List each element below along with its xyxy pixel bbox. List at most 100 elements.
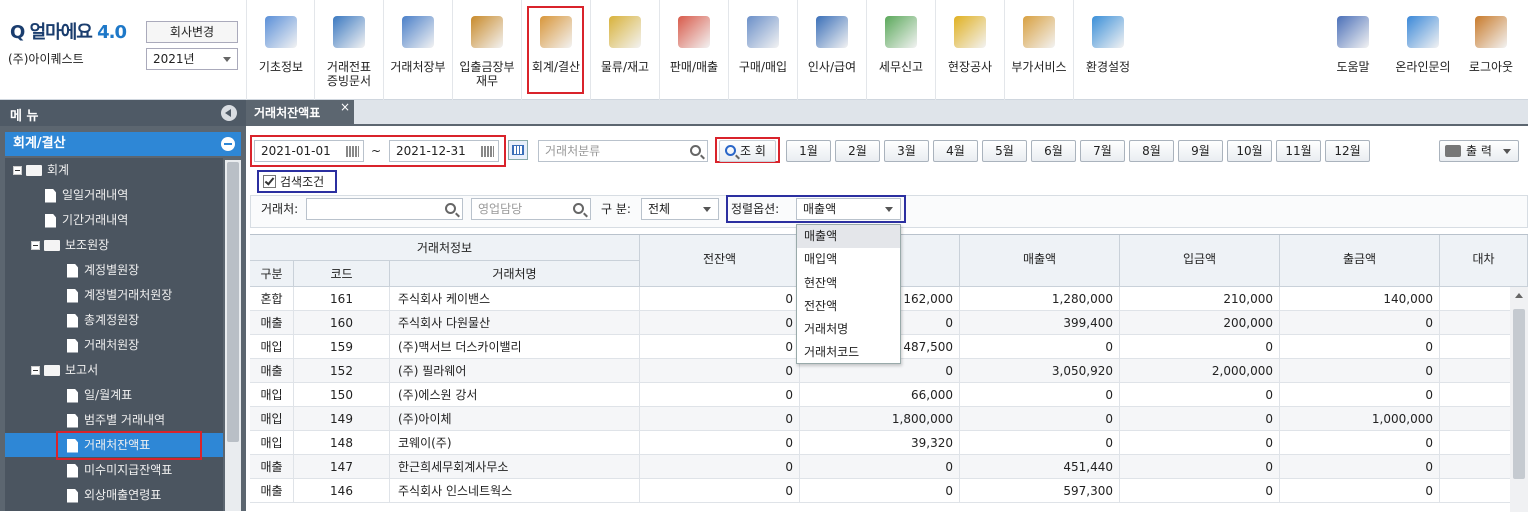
menu-tree-item[interactable]: 기간거래내역: [5, 208, 223, 232]
menu-tree-item[interactable]: 거래처원장: [5, 333, 223, 357]
table-cell: 161: [294, 287, 390, 311]
table-cell: 160: [294, 311, 390, 335]
toolbar-label: 물류/재고: [600, 60, 650, 74]
toolbar-logout-door[interactable]: 로그아웃: [1458, 0, 1524, 100]
toolbar-tax[interactable]: 세무신고: [866, 0, 935, 100]
sort-select[interactable]: 매출액: [796, 198, 901, 220]
sales-icon: [678, 16, 710, 48]
toolbar-building[interactable]: 부가서비스: [1004, 0, 1073, 100]
type-select[interactable]: 전체: [641, 198, 719, 220]
month-button[interactable]: 2월: [835, 140, 880, 162]
toolbar-gear[interactable]: 환경설정: [1073, 0, 1142, 100]
online-support-icon: [1407, 16, 1439, 48]
month-button[interactable]: 4월: [933, 140, 978, 162]
toolbar-voucher[interactable]: 거래전표 증빙문서: [314, 0, 383, 100]
document-icon: [67, 388, 78, 403]
collapse-box-icon[interactable]: [31, 241, 40, 250]
menu-tree-item[interactable]: 일/월계표: [5, 383, 223, 407]
month-button[interactable]: 12월: [1325, 140, 1370, 162]
search-button[interactable]: 조 회: [719, 140, 776, 162]
toolbar-cart[interactable]: 물류/재고: [590, 0, 659, 100]
month-button[interactable]: 6월: [1031, 140, 1076, 162]
date-to-input[interactable]: 2021-12-31: [389, 140, 499, 162]
toolbar-hr[interactable]: 인사/급여: [797, 0, 866, 100]
menu-tree-item[interactable]: 회계: [5, 158, 223, 182]
collapse-box-icon[interactable]: [31, 366, 40, 375]
menu-tree-item[interactable]: 일일거래내역: [5, 183, 223, 207]
search-icon[interactable]: [690, 145, 701, 156]
table-cell: 혼합: [250, 287, 294, 311]
menu-tree-item[interactable]: 미수미지급잔액표: [5, 458, 223, 482]
table-row[interactable]: 매입 149 (주)아이체 0 1,800,000 0 0 1,000,000: [250, 407, 1510, 431]
menu-tree-label: 일일거래내역: [62, 188, 129, 202]
table-row[interactable]: 매입 150 (주)에스원 강서 0 66,000 0 0 0: [250, 383, 1510, 407]
toolbar-help-book[interactable]: 도움말: [1320, 0, 1386, 100]
menu-tree-item[interactable]: 총계정원장: [5, 308, 223, 332]
sales-rep-input[interactable]: 영업담당: [471, 198, 591, 220]
search-icon[interactable]: [445, 203, 456, 214]
voucher-icon: [333, 16, 365, 48]
sort-option-item[interactable]: 거래처명: [797, 318, 900, 341]
sidebar-scrollbar[interactable]: [225, 160, 241, 511]
month-button[interactable]: 9월: [1178, 140, 1223, 162]
toolbar-online-support[interactable]: 온라인문의: [1390, 0, 1456, 100]
table-cell: 0: [1120, 335, 1280, 359]
month-button[interactable]: 10월: [1227, 140, 1272, 162]
table-row[interactable]: 매출 147 한근희세무회계사무소 0 0 451,440 0 0: [250, 455, 1510, 479]
sort-option-item[interactable]: 현잔액: [797, 272, 900, 295]
sort-option-item[interactable]: 거래처코드: [797, 341, 900, 364]
table-scrollbar[interactable]: [1510, 287, 1528, 512]
check-icon: [264, 175, 275, 186]
collapse-box-icon[interactable]: [13, 166, 22, 175]
search-condition-checkbox[interactable]: [263, 175, 276, 188]
search-icon[interactable]: [573, 203, 584, 214]
table-row[interactable]: 매출 146 주식회사 인스네트웍스 0 0 597,300 0 0: [250, 479, 1510, 503]
scroll-up-icon[interactable]: [1515, 293, 1523, 298]
month-button[interactable]: 11월: [1276, 140, 1321, 162]
close-icon[interactable]: ×: [340, 100, 350, 114]
month-button[interactable]: 8월: [1129, 140, 1174, 162]
month-button[interactable]: 7월: [1080, 140, 1125, 162]
month-button[interactable]: 3월: [884, 140, 929, 162]
year-select[interactable]: 2021년: [146, 48, 238, 70]
toolbar-basic-info[interactable]: 기초정보: [246, 0, 315, 100]
menu-tree-item[interactable]: 외상매출연령표: [5, 483, 223, 507]
calendar-grid-icon[interactable]: [481, 146, 494, 157]
month-button[interactable]: 5월: [982, 140, 1027, 162]
toolbar-accounting[interactable]: 회계/결산: [521, 0, 590, 100]
table-cell: 0: [960, 431, 1120, 455]
tab-vendor-balance[interactable]: 거래처잔액표: [246, 100, 354, 126]
toolbar-construction[interactable]: 현장공사: [935, 0, 1004, 100]
menu-tree-item[interactable]: 계정별거래처원장: [5, 283, 223, 307]
print-button[interactable]: 출 력: [1439, 140, 1519, 162]
menu-tree-item[interactable]: 보고서: [5, 358, 223, 382]
sidebar-section-header[interactable]: 회계/결산: [5, 132, 241, 156]
vendor-input[interactable]: [306, 198, 463, 220]
minus-circle-icon[interactable]: [221, 137, 235, 151]
table-row[interactable]: 매입 148 코웨이(주) 0 39,320 0 0 0: [250, 431, 1510, 455]
vendor-category-input[interactable]: 거래처분류: [538, 140, 708, 162]
toolbar-purchase[interactable]: 구매/매입: [728, 0, 797, 100]
calendar-grid-icon[interactable]: [346, 146, 359, 157]
table-cell: 210,000: [1120, 287, 1280, 311]
date-from-input[interactable]: 2021-01-01: [254, 140, 364, 162]
table-cell: 159: [294, 335, 390, 359]
toolbar-label: 현장공사: [947, 60, 993, 74]
sort-option-item[interactable]: 전잔액: [797, 295, 900, 318]
sort-option-item[interactable]: 매출액: [797, 225, 900, 249]
toolbar-money-bag[interactable]: 입출금장부 재무: [452, 0, 521, 100]
sort-option-item[interactable]: 매입액: [797, 248, 900, 271]
help-book-icon: [1337, 16, 1369, 48]
menu-title: 메 뉴: [10, 109, 39, 124]
table-cell: 0: [800, 479, 960, 503]
toolbar-label: 구매/매입: [738, 60, 788, 74]
toolbar-sales[interactable]: 판매/매출: [659, 0, 728, 100]
toolbar-ledger[interactable]: 거래처장부: [383, 0, 452, 100]
menu-tree-item[interactable]: 범주별 거래내역: [5, 408, 223, 432]
menu-tree-item[interactable]: 보조원장: [5, 233, 223, 257]
change-company-button[interactable]: 회사변경: [146, 21, 238, 43]
collapse-left-icon[interactable]: [221, 105, 237, 121]
calendar-icon[interactable]: [508, 140, 528, 160]
menu-tree-item[interactable]: 계정별원장: [5, 258, 223, 282]
month-button[interactable]: 1월: [786, 140, 831, 162]
